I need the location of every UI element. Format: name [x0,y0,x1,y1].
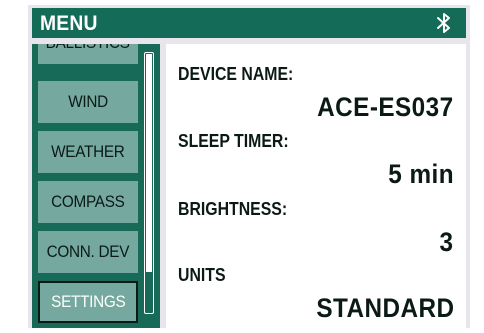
sidebar-item-label: CONN. DEV [46,242,130,261]
sidebar-item-conn-dev[interactable]: CONN. DEV [38,231,138,273]
device-name-label: DEVICE NAME: [178,64,294,84]
sidebar-item-label: BALLISTICS [46,44,130,53]
scrollbar-thumb[interactable] [146,54,152,272]
sidebar-item-label: SETTINGS [50,292,126,311]
device-screen: MENU BALLISTICS WIND WEATHER COMPASS CON… [28,5,470,328]
brightness-label: BRIGHTNESS: [178,199,288,219]
sleep-timer-value[interactable]: 5 min [388,159,454,190]
sidebar-item-label: WEATHER [51,142,125,161]
sidebar-item-settings[interactable]: SETTINGS [38,281,138,323]
header-title: MENU [40,12,98,35]
header-bar: MENU [32,8,466,38]
units-label: UNITS [178,265,226,285]
sidebar-item-ballistics[interactable]: BALLISTICS [38,44,138,64]
units-value[interactable]: STANDARD [316,293,454,324]
sleep-timer-label: SLEEP TIMER: [178,131,289,151]
bluetooth-icon [437,13,450,33]
sidebar-menu: BALLISTICS WIND WEATHER COMPASS CONN. DE… [32,44,160,328]
settings-panel: DEVICE NAME: ACE-ES037 SLEEP TIMER: 5 mi… [166,44,466,328]
sidebar-item-compass[interactable]: COMPASS [38,181,138,223]
sidebar-item-wind[interactable]: WIND [38,81,138,123]
sidebar-item-weather[interactable]: WEATHER [38,131,138,173]
device-name-value[interactable]: ACE-ES037 [318,92,454,123]
sidebar-item-label: COMPASS [51,192,125,211]
brightness-value[interactable]: 3 [440,227,454,258]
sidebar-item-label: WIND [68,92,108,111]
scrollbar[interactable] [144,52,154,314]
